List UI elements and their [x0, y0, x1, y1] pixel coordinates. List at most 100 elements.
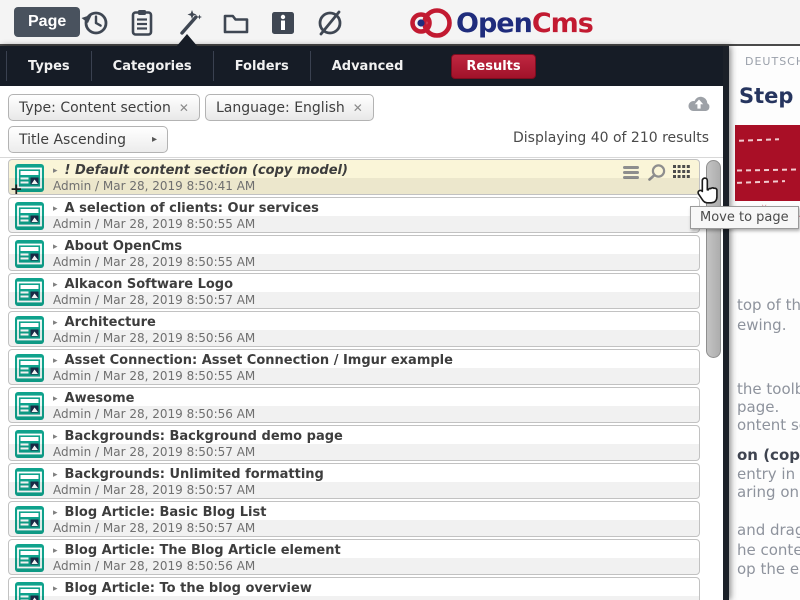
filter-chip-label: Language: English — [216, 100, 345, 116]
results-list: + ▸! Default content section (copy model… — [0, 159, 704, 600]
list-item[interactable]: ▸ Blog Article: Basic Blog List Admin / M… — [8, 501, 700, 537]
remove-filter-icon[interactable]: ✕ — [179, 101, 189, 115]
chevron-right-icon: ▸ — [152, 134, 157, 145]
opencms-logo: OpenCms — [408, 4, 593, 42]
background-step-heading: Step 1: — [739, 84, 800, 108]
background-text: ontent sect — [737, 416, 800, 434]
expand-caret-icon[interactable]: ▸ — [53, 394, 58, 404]
upload-icon[interactable] — [685, 92, 713, 116]
page-button[interactable]: Page — [14, 7, 80, 37]
expand-caret-icon[interactable]: ▸ — [53, 356, 58, 366]
item-meta-row: Admin / Mar 28, 2019 8:50:56 AM — [9, 330, 699, 346]
expand-caret-icon[interactable]: ▸ — [53, 280, 58, 290]
expand-caret-icon[interactable]: ▸ — [53, 584, 58, 594]
item-meta: Admin / Mar 28, 2019 8:50:55 AM — [53, 255, 255, 269]
item-meta-row: Admin / Mar 28, 2019 8:50:55 AM — [9, 254, 699, 270]
clipboard-icon[interactable] — [125, 6, 158, 39]
item-meta: Admin / Mar 28, 2019 8:50:41 AM — [53, 179, 255, 193]
sort-select-value: Title Ascending — [19, 132, 126, 148]
edit-toolbar: Page — [0, 0, 800, 46]
item-title: Backgrounds: Background demo page — [65, 429, 343, 444]
tooltip: Move to page — [690, 206, 799, 229]
info-icon[interactable] — [266, 6, 299, 39]
item-meta: Admin / Mar 28, 2019 8:50:55 AM — [53, 369, 255, 383]
background-text: ewing. — [737, 316, 786, 334]
item-meta: Admin / Mar 28, 2019 8:50:55 AM — [53, 217, 255, 231]
item-title: Architecture — [65, 315, 156, 330]
background-text: page. — [737, 398, 779, 416]
expand-caret-icon[interactable]: ▸ — [53, 166, 58, 176]
list-item[interactable]: ▸Asset Connection: Asset Connection / Im… — [8, 349, 700, 385]
item-meta-row — [9, 596, 699, 600]
sort-select[interactable]: Title Ascending ▸ — [8, 126, 168, 153]
panel-anchor-caret — [176, 34, 198, 47]
list-item[interactable]: ▸ Alkacon Software Logo Admin / Mar 28, 2… — [8, 273, 700, 309]
item-meta-row: Admin / Mar 28, 2019 8:50:57 AM — [9, 292, 699, 308]
expand-caret-icon[interactable]: ▸ — [53, 432, 58, 442]
list-item[interactable]: ▸ Architecture Admin / Mar 28, 2019 8:50:… — [8, 311, 700, 347]
tab-folders[interactable]: Folders — [213, 51, 310, 81]
item-meta-row: Admin / Mar 28, 2019 8:50:57 AM — [9, 482, 699, 498]
item-title: Alkacon Software Logo — [65, 277, 234, 292]
expand-caret-icon[interactable]: ▸ — [53, 470, 58, 480]
item-title: A selection of clients: Our services — [65, 201, 319, 216]
list-item[interactable]: ▸ Awesome Admin / Mar 28, 2019 8:50:56 AM — [8, 387, 700, 423]
item-meta-row: Admin / Mar 28, 2019 8:50:41 AM — [9, 178, 699, 194]
item-meta-row: Admin / Mar 28, 2019 8:50:56 AM — [9, 406, 699, 422]
background-text: op the ele — [737, 560, 800, 578]
item-title: Blog Article: To the blog overview — [65, 581, 312, 596]
background-text: on (copy m — [737, 446, 800, 464]
remove-filter-icon[interactable]: ✕ — [353, 101, 363, 115]
background-text: and drag — [737, 521, 800, 539]
hide-helpers-icon[interactable] — [313, 6, 346, 39]
banner-squiggle — [739, 138, 779, 141]
list-item[interactable]: ▸ Backgrounds: Background demo page Admin… — [8, 425, 700, 461]
list-item[interactable]: + ▸! Default content section (copy model… — [8, 159, 700, 195]
item-title: Awesome — [65, 391, 135, 406]
item-meta: Admin / Mar 28, 2019 8:50:57 AM — [53, 483, 255, 497]
expand-caret-icon[interactable]: ▸ — [53, 204, 58, 214]
history-icon[interactable] — [78, 6, 111, 39]
result-count: Displaying 40 of 210 results — [513, 130, 709, 146]
tab-categories[interactable]: Categories — [91, 51, 213, 81]
item-meta: Admin / Mar 28, 2019 8:50:56 AM — [53, 331, 255, 345]
filter-chip-type[interactable]: Type: Content section ✕ — [8, 94, 200, 121]
expand-caret-icon[interactable]: ▸ — [53, 242, 58, 252]
item-title: Blog Article: Basic Blog List — [65, 505, 267, 520]
banner-squiggle — [737, 180, 785, 184]
add-content-dialog: Types Categories Folders Advanced Result… — [0, 46, 729, 600]
item-meta: Admin / Mar 28, 2019 8:50:57 AM — [53, 445, 255, 459]
background-red-banner — [735, 125, 800, 201]
item-meta-row: Admin / Mar 28, 2019 8:50:57 AM — [9, 444, 699, 460]
scrollbar-thumb[interactable] — [706, 160, 721, 358]
list-item[interactable]: ▸Blog Article: The Blog Article element … — [8, 539, 700, 575]
item-title: Backgrounds: Unlimited formatting — [65, 467, 324, 482]
background-text: aring on th — [737, 483, 800, 501]
tab-types[interactable]: Types — [6, 51, 91, 81]
item-meta-row: Admin / Mar 28, 2019 8:50:55 AM — [9, 368, 699, 384]
tab-advanced[interactable]: Advanced — [310, 51, 425, 81]
expand-caret-icon[interactable]: ▸ — [53, 546, 58, 556]
expand-caret-icon[interactable]: ▸ — [53, 508, 58, 518]
item-meta: Admin / Mar 28, 2019 8:50:57 AM — [53, 293, 255, 307]
opencms-logo-text: OpenCms — [456, 8, 593, 39]
item-meta: Admin / Mar 28, 2019 8:50:56 AM — [53, 407, 255, 421]
item-meta: Admin / Mar 28, 2019 8:50:57 AM — [53, 521, 255, 535]
list-item[interactable]: ▸ Backgrounds: Unlimited formatting Admin… — [8, 463, 700, 499]
folder-icon[interactable] — [219, 6, 252, 39]
banner-squiggle — [737, 168, 797, 171]
background-text: entry in the — [737, 465, 800, 483]
item-title: About OpenCms — [65, 239, 183, 254]
item-meta-row: Admin / Mar 28, 2019 8:50:55 AM — [9, 216, 699, 232]
expand-caret-icon[interactable]: ▸ — [53, 318, 58, 328]
background-text: he conten — [737, 541, 800, 559]
filter-bar: Type: Content section ✕ Language: Englis… — [0, 86, 723, 158]
list-item[interactable]: ▸ Blog Article: To the blog overview — [8, 577, 700, 600]
list-item[interactable]: ▸ A selection of clients: Our services Ad… — [8, 197, 700, 233]
dialog-tabbar: Types Categories Folders Advanced Result… — [0, 46, 723, 86]
opencms-logo-mark — [408, 4, 454, 42]
filter-chip-language[interactable]: Language: English ✕ — [205, 94, 374, 121]
tab-results[interactable]: Results — [451, 54, 535, 79]
background-language-switch: DEUTSCH — [745, 55, 800, 68]
list-item[interactable]: ▸ About OpenCms Admin / Mar 28, 2019 8:50… — [8, 235, 700, 271]
